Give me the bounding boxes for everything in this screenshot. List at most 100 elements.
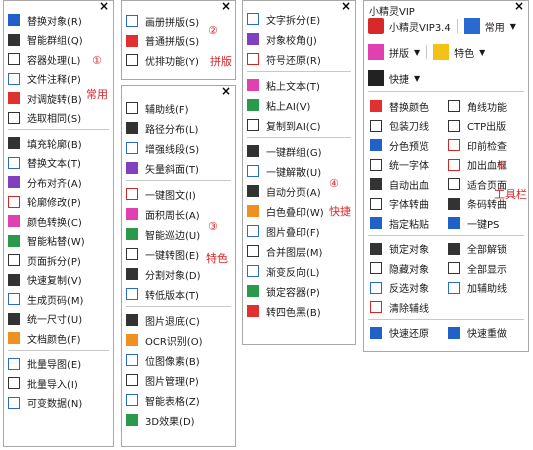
toolbar-button[interactable]: 一键PS [448, 214, 499, 232]
toolbar-button[interactable]: 加辅助线 [448, 279, 507, 297]
menu-item[interactable]: 增强线段(S) [126, 139, 199, 157]
menu-item[interactable]: 转低版本(T) [126, 285, 199, 303]
menu-item[interactable]: 可变数据(N) [8, 394, 82, 412]
menu-item[interactable]: 分割对象(D) [126, 265, 201, 283]
toolbar-button[interactable]: 印前检查 [448, 136, 507, 154]
menu-item[interactable]: 一键图文(I) [126, 185, 196, 203]
toolbar-button[interactable]: 全部显示 [448, 259, 507, 277]
menu-item[interactable]: 图片管理(P) [126, 371, 199, 389]
menu-item[interactable]: 复制到AI(C) [247, 116, 321, 134]
toolbar-button[interactable]: CTP出版 [448, 117, 506, 135]
menu-item[interactable]: 转四色黑(B) [247, 302, 321, 320]
toolbar-button[interactable]: 锁定对象 [370, 240, 429, 258]
menu-item[interactable]: 文件注释(P) [8, 70, 81, 88]
version-button[interactable]: 小精灵VIP3.4 [368, 18, 451, 34]
close-icon[interactable]: × [221, 0, 231, 12]
divider [126, 180, 231, 181]
menu-item-label: 快速复制(V) [27, 276, 82, 287]
close-icon[interactable]: × [341, 0, 351, 12]
menu-item[interactable]: 优排功能(Y) [126, 51, 199, 69]
toolbar-button[interactable]: 隐藏对象 [370, 259, 429, 277]
menu-item-label: 文字拆分(E) [266, 15, 321, 27]
toolbar-button[interactable]: 指定粘贴 [370, 214, 429, 232]
toolbar-button[interactable]: 字体转曲 [370, 195, 429, 213]
album-imposition-icon [126, 15, 138, 27]
menu-item-label: 路径分布(L) [145, 124, 199, 136]
menu-item[interactable]: 图片退底(C) [126, 311, 200, 329]
menu-item[interactable]: 粘上文本(T) [247, 76, 320, 94]
menu-item[interactable]: 面积周长(A) [126, 205, 200, 223]
feature-dropdown[interactable]: 特色 ▼ [433, 44, 485, 60]
menu-item[interactable]: 容器处理(L) [8, 50, 80, 68]
toolbar-button[interactable]: 包装刀线 [370, 117, 429, 135]
menu-item[interactable]: 一键群组(G) [247, 142, 322, 160]
close-icon[interactable]: × [99, 0, 109, 12]
menu-item[interactable]: 粘上AI(V) [247, 96, 310, 114]
menu-item[interactable]: 白色叠印(W) [247, 202, 324, 220]
menu-item-label: 增强线段(S) [145, 144, 200, 156]
menu-item[interactable]: 一键转图(E) [126, 245, 199, 263]
menu-item[interactable]: 颜色转换(C) [8, 212, 82, 230]
toolbar-button[interactable]: 分色预览 [370, 136, 429, 154]
menu-item[interactable]: 智能表格(Z) [126, 391, 200, 409]
panel-marker: ② [208, 24, 218, 37]
menu-item[interactable]: 画册拼版(S) [126, 12, 199, 30]
menu-item[interactable]: 3D效果(D) [126, 411, 195, 429]
menu-item[interactable]: 图片叠印(F) [247, 222, 320, 240]
menu-item[interactable]: 填充轮廓(B) [8, 134, 82, 152]
menu-item[interactable]: 批量导入(I) [8, 374, 78, 392]
menu-item[interactable]: 页面拆分(P) [8, 251, 81, 269]
toolbar-button[interactable]: 快速重做 [448, 324, 507, 342]
close-icon[interactable]: × [514, 0, 524, 12]
menu-item[interactable]: 文字拆分(E) [247, 10, 320, 28]
menu-item[interactable]: 快速复制(V) [8, 271, 82, 289]
menu-item[interactable]: 锁定容器(P) [247, 282, 320, 300]
toolbar-button[interactable]: 自动出血 [370, 175, 429, 193]
menu-item-label: 智能表格(Z) [145, 396, 200, 408]
enhance-segment-icon [126, 142, 138, 154]
menu-item[interactable]: 路径分布(L) [126, 119, 198, 137]
menu-item[interactable]: 统一尺寸(U) [8, 310, 82, 328]
menu-item[interactable]: 文档颜色(F) [8, 329, 81, 347]
tool-icon [448, 217, 460, 229]
close-icon[interactable]: × [221, 85, 231, 97]
menu-item[interactable]: 矢量斜面(T) [126, 159, 199, 177]
menu-item[interactable]: 轮廓修改(P) [8, 193, 81, 211]
menu-item[interactable]: 普通拼版(S) [126, 32, 199, 50]
menu-item[interactable]: 选取相同(S) [8, 109, 81, 127]
menu-item[interactable]: 生成页码(M) [8, 290, 83, 308]
menu-item[interactable]: 对调旋转(B) [8, 89, 82, 107]
menu-item[interactable]: 智能巡边(U) [126, 225, 200, 243]
menu-item[interactable]: 符号还原(R) [247, 50, 321, 68]
menu-item[interactable]: 分布对齐(A) [8, 173, 82, 191]
menu-item[interactable]: OCR识别(O) [126, 331, 202, 349]
menu-item[interactable]: 辅助线(F) [126, 99, 189, 117]
common-dropdown[interactable]: 常用 ▼ [463, 18, 516, 34]
toolbar-button-label: 分色预览 [389, 141, 429, 153]
menu-item[interactable]: 对象校角(J) [247, 30, 317, 48]
toolbar-button[interactable]: 快速还原 [370, 324, 429, 342]
tool-icon [370, 178, 382, 190]
menu-item[interactable]: 智能粘替(W) [8, 232, 85, 250]
menu-item[interactable]: 智能群组(Q) [8, 31, 83, 49]
toolbar-button[interactable]: 全部解锁 [448, 240, 507, 258]
menu-item[interactable]: 一键解散(U) [247, 162, 321, 180]
toolbar-button-label: 隐藏对象 [389, 264, 429, 276]
shortcut-dropdown[interactable]: 快捷 ▼ [368, 70, 420, 86]
menu-item[interactable]: 渐变反向(L) [247, 262, 319, 280]
tool-icon [448, 281, 460, 294]
toolbar-button[interactable]: 统一字体 [370, 156, 429, 174]
menu-item[interactable]: 替换对象(R) [8, 11, 82, 29]
divider [247, 137, 351, 138]
divider [456, 19, 458, 33]
menu-item[interactable]: 自动分页(A) [247, 182, 321, 200]
menu-item[interactable]: 合并图层(M) [247, 242, 322, 260]
menu-item[interactable]: 位图像素(B) [126, 351, 200, 369]
toolbar-button[interactable]: 替换颜色 [370, 97, 429, 115]
toolbar-button[interactable]: 角线功能 [448, 97, 507, 115]
menu-item[interactable]: 替换文本(T) [8, 154, 81, 172]
toolbar-button[interactable]: 反选对象 [370, 279, 429, 297]
toolbar-button[interactable]: 清除辅线 [370, 298, 429, 316]
imposition-dropdown[interactable]: 拼版 ▼ [368, 44, 420, 60]
menu-item[interactable]: 批量导图(E) [8, 355, 81, 373]
